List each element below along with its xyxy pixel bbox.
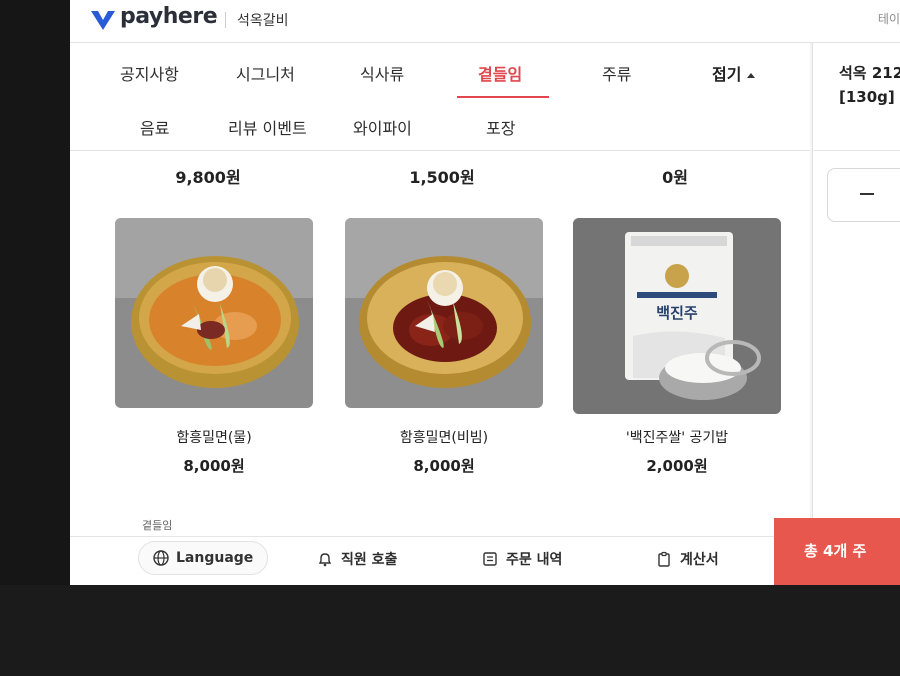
- tab-takeout[interactable]: 포장: [486, 115, 515, 139]
- kiosk-screen: payhere 석옥갈비 테이 공지사항 시그니처 식사류 곁들임 주류 접기 …: [70, 0, 900, 585]
- product-name: '백진주쌀' 공기밥: [625, 430, 729, 446]
- bottom-bar: Language 직원 호출 주문 내역 계산서: [70, 536, 775, 585]
- store-name: 석옥갈비: [237, 13, 289, 29]
- cart-divider: [813, 150, 900, 151]
- tab-signature[interactable]: 시그니처: [236, 61, 295, 85]
- cart-item-name: 석옥 212 [130g]: [839, 61, 900, 109]
- order-history-label: 주문 내역: [506, 552, 563, 568]
- product-grid: 9,800원 1,500원 0원 함흥밀면(물) 8,000원 함흥밀면(비빔)…: [70, 151, 810, 536]
- product-price: 8,000원: [183, 457, 245, 475]
- cart-item-line1: 석옥 212: [839, 64, 900, 82]
- cold-noodle-broth-image: [115, 218, 313, 408]
- collapse-tabs-button[interactable]: 접기: [712, 61, 756, 85]
- caret-up-icon: [747, 73, 756, 78]
- prev-item-price: 0원: [662, 168, 688, 187]
- quantity-decrease-button[interactable]: [827, 168, 900, 222]
- app-header: payhere 석옥갈비 테이: [70, 0, 900, 43]
- logo-text: payhere: [120, 4, 218, 29]
- prev-item-price: 9,800원: [175, 168, 241, 187]
- rice-package-label: 백진주: [656, 304, 698, 322]
- product-card-cold-noodle[interactable]: [115, 218, 313, 408]
- bill-button[interactable]: 계산서: [656, 549, 719, 569]
- tab-liquor[interactable]: 주류: [602, 61, 631, 85]
- payhere-logo-icon: [91, 11, 115, 30]
- product-name: 함흥밀면(물): [176, 430, 252, 446]
- call-staff-button[interactable]: 직원 호출: [317, 549, 397, 569]
- category-section-label: 곁들임: [142, 519, 173, 532]
- clipboard-icon: [658, 551, 670, 567]
- rice-bag-image: 백진주: [573, 218, 781, 414]
- product-name: 함흥밀면(비빔): [399, 430, 489, 446]
- category-tabs: 공지사항 시그니처 식사류 곁들임 주류 접기 음료 리뷰 이벤트 와이파이 포…: [70, 43, 810, 151]
- language-label: Language: [176, 550, 254, 566]
- product-card-spicy-noodle[interactable]: [345, 218, 543, 408]
- receipt-icon: [483, 552, 497, 566]
- product-card-rice[interactable]: 백진주: [573, 218, 781, 414]
- place-order-button[interactable]: 총 4개 주: [774, 518, 900, 585]
- table-label: 테이: [877, 12, 900, 26]
- bill-label: 계산서: [680, 552, 719, 568]
- cart-item-line2: [130g]: [839, 88, 895, 106]
- product-price: 2,000원: [646, 457, 708, 475]
- bell-icon: [318, 553, 332, 567]
- tab-drinks[interactable]: 음료: [140, 115, 169, 139]
- tab-meals[interactable]: 식사류: [360, 61, 404, 85]
- tab-notice[interactable]: 공지사항: [120, 61, 179, 85]
- minus-icon: [860, 193, 874, 195]
- language-button[interactable]: Language: [138, 541, 269, 575]
- tab-wifi[interactable]: 와이파이: [353, 115, 412, 139]
- tab-sides[interactable]: 곁들임: [478, 61, 522, 85]
- active-tab-indicator: [457, 96, 549, 98]
- product-price: 8,000원: [413, 457, 475, 475]
- order-history-button[interactable]: 주문 내역: [482, 549, 562, 569]
- globe-icon: [153, 550, 169, 566]
- prev-item-price: 1,500원: [409, 168, 475, 187]
- spicy-noodle-image: [345, 218, 543, 408]
- device-bezel: [0, 585, 900, 676]
- collapse-label: 접기: [712, 65, 742, 84]
- cart-panel: 석옥 212 [130g]: [812, 43, 900, 585]
- order-button-label: 총 4개 주: [804, 542, 867, 560]
- header-divider: [225, 12, 226, 28]
- call-staff-label: 직원 호출: [341, 552, 398, 568]
- tab-review-event[interactable]: 리뷰 이벤트: [228, 115, 307, 139]
